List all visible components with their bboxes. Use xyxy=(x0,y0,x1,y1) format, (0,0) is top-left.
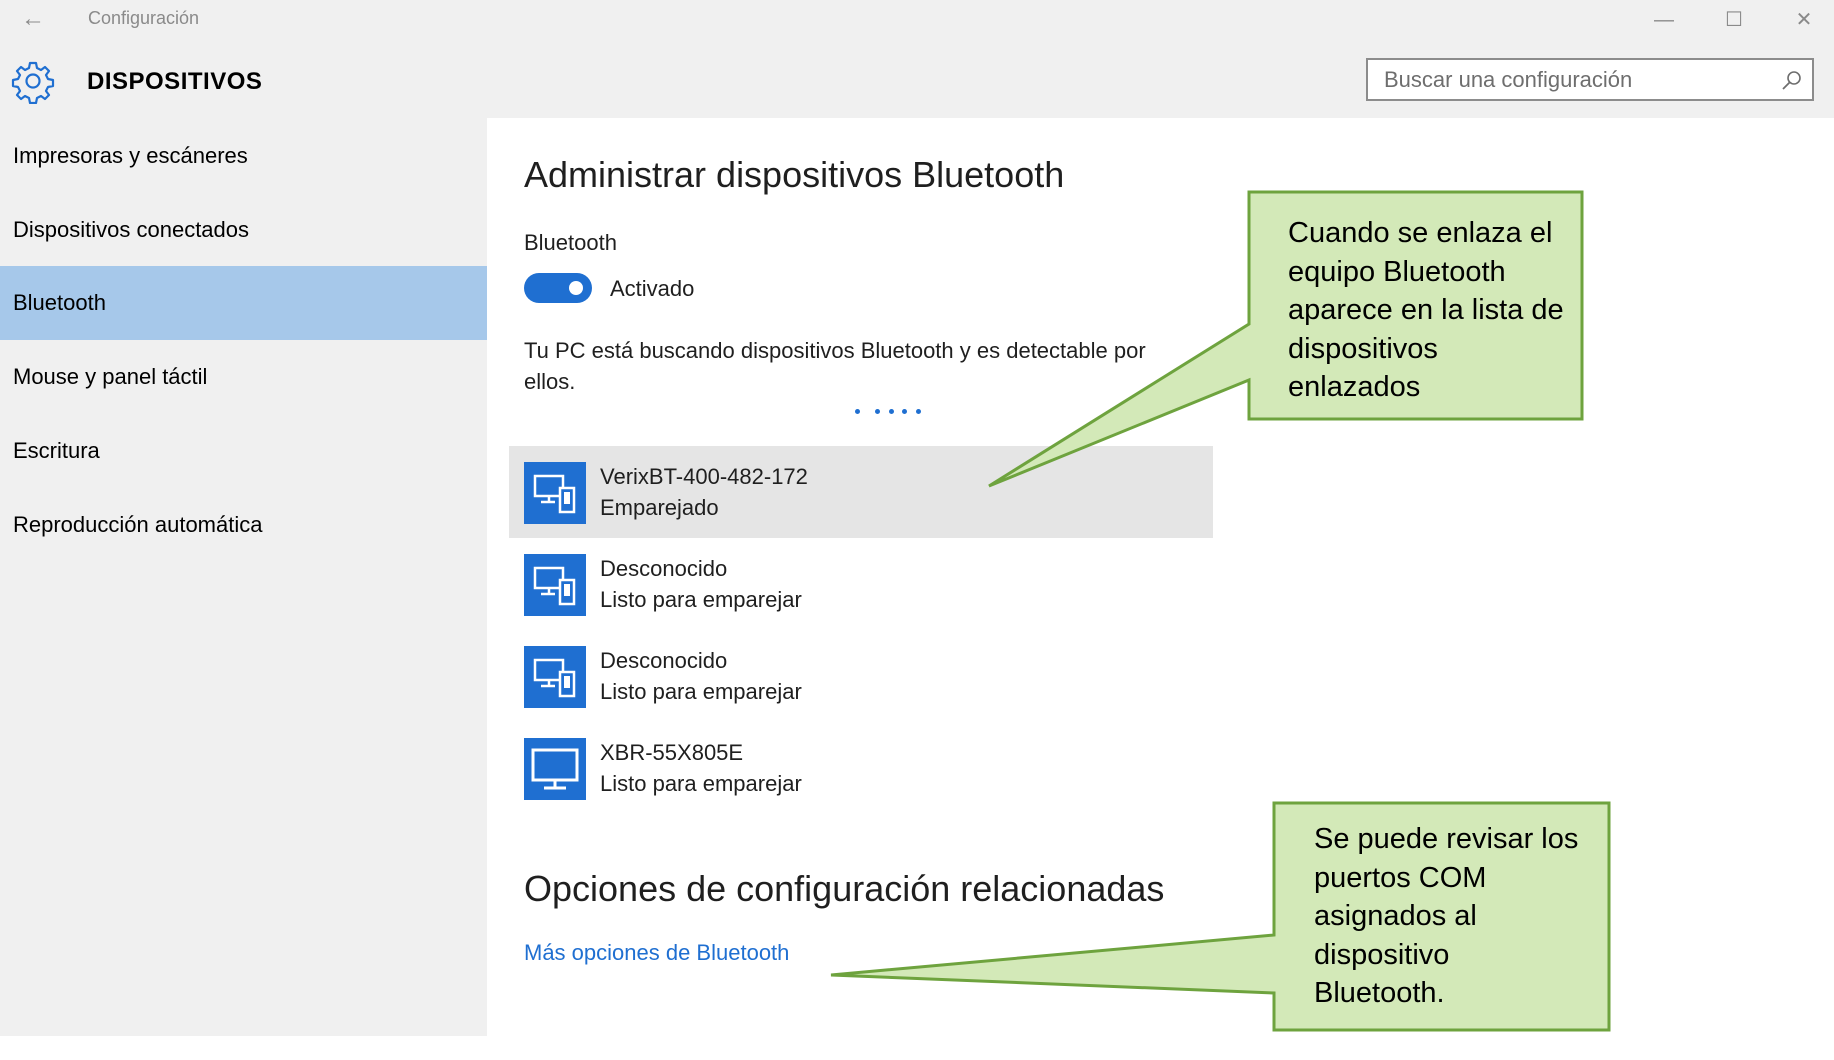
callout-text-1: Cuando se enlaza el equipo Bluetooth apa… xyxy=(1288,214,1588,407)
callout-line: aparece en la lista de xyxy=(1288,294,1564,326)
callout-line: puertos COM xyxy=(1314,861,1487,894)
callout-text-2: Se puede revisar los puertos COM asignad… xyxy=(1314,820,1614,1013)
callout-line: Se puede revisar los xyxy=(1314,823,1579,855)
callout-line: asignados al xyxy=(1314,900,1477,932)
callout-line: Bluetooth. xyxy=(1314,977,1445,1009)
callout-line: Cuando se enlaza el xyxy=(1288,217,1553,249)
callout-line: dispositivo xyxy=(1314,938,1450,971)
callout-line: dispositivos xyxy=(1288,332,1438,365)
callout-line: enlazados xyxy=(1288,371,1421,403)
callout-line: equipo Bluetooth xyxy=(1288,255,1506,288)
